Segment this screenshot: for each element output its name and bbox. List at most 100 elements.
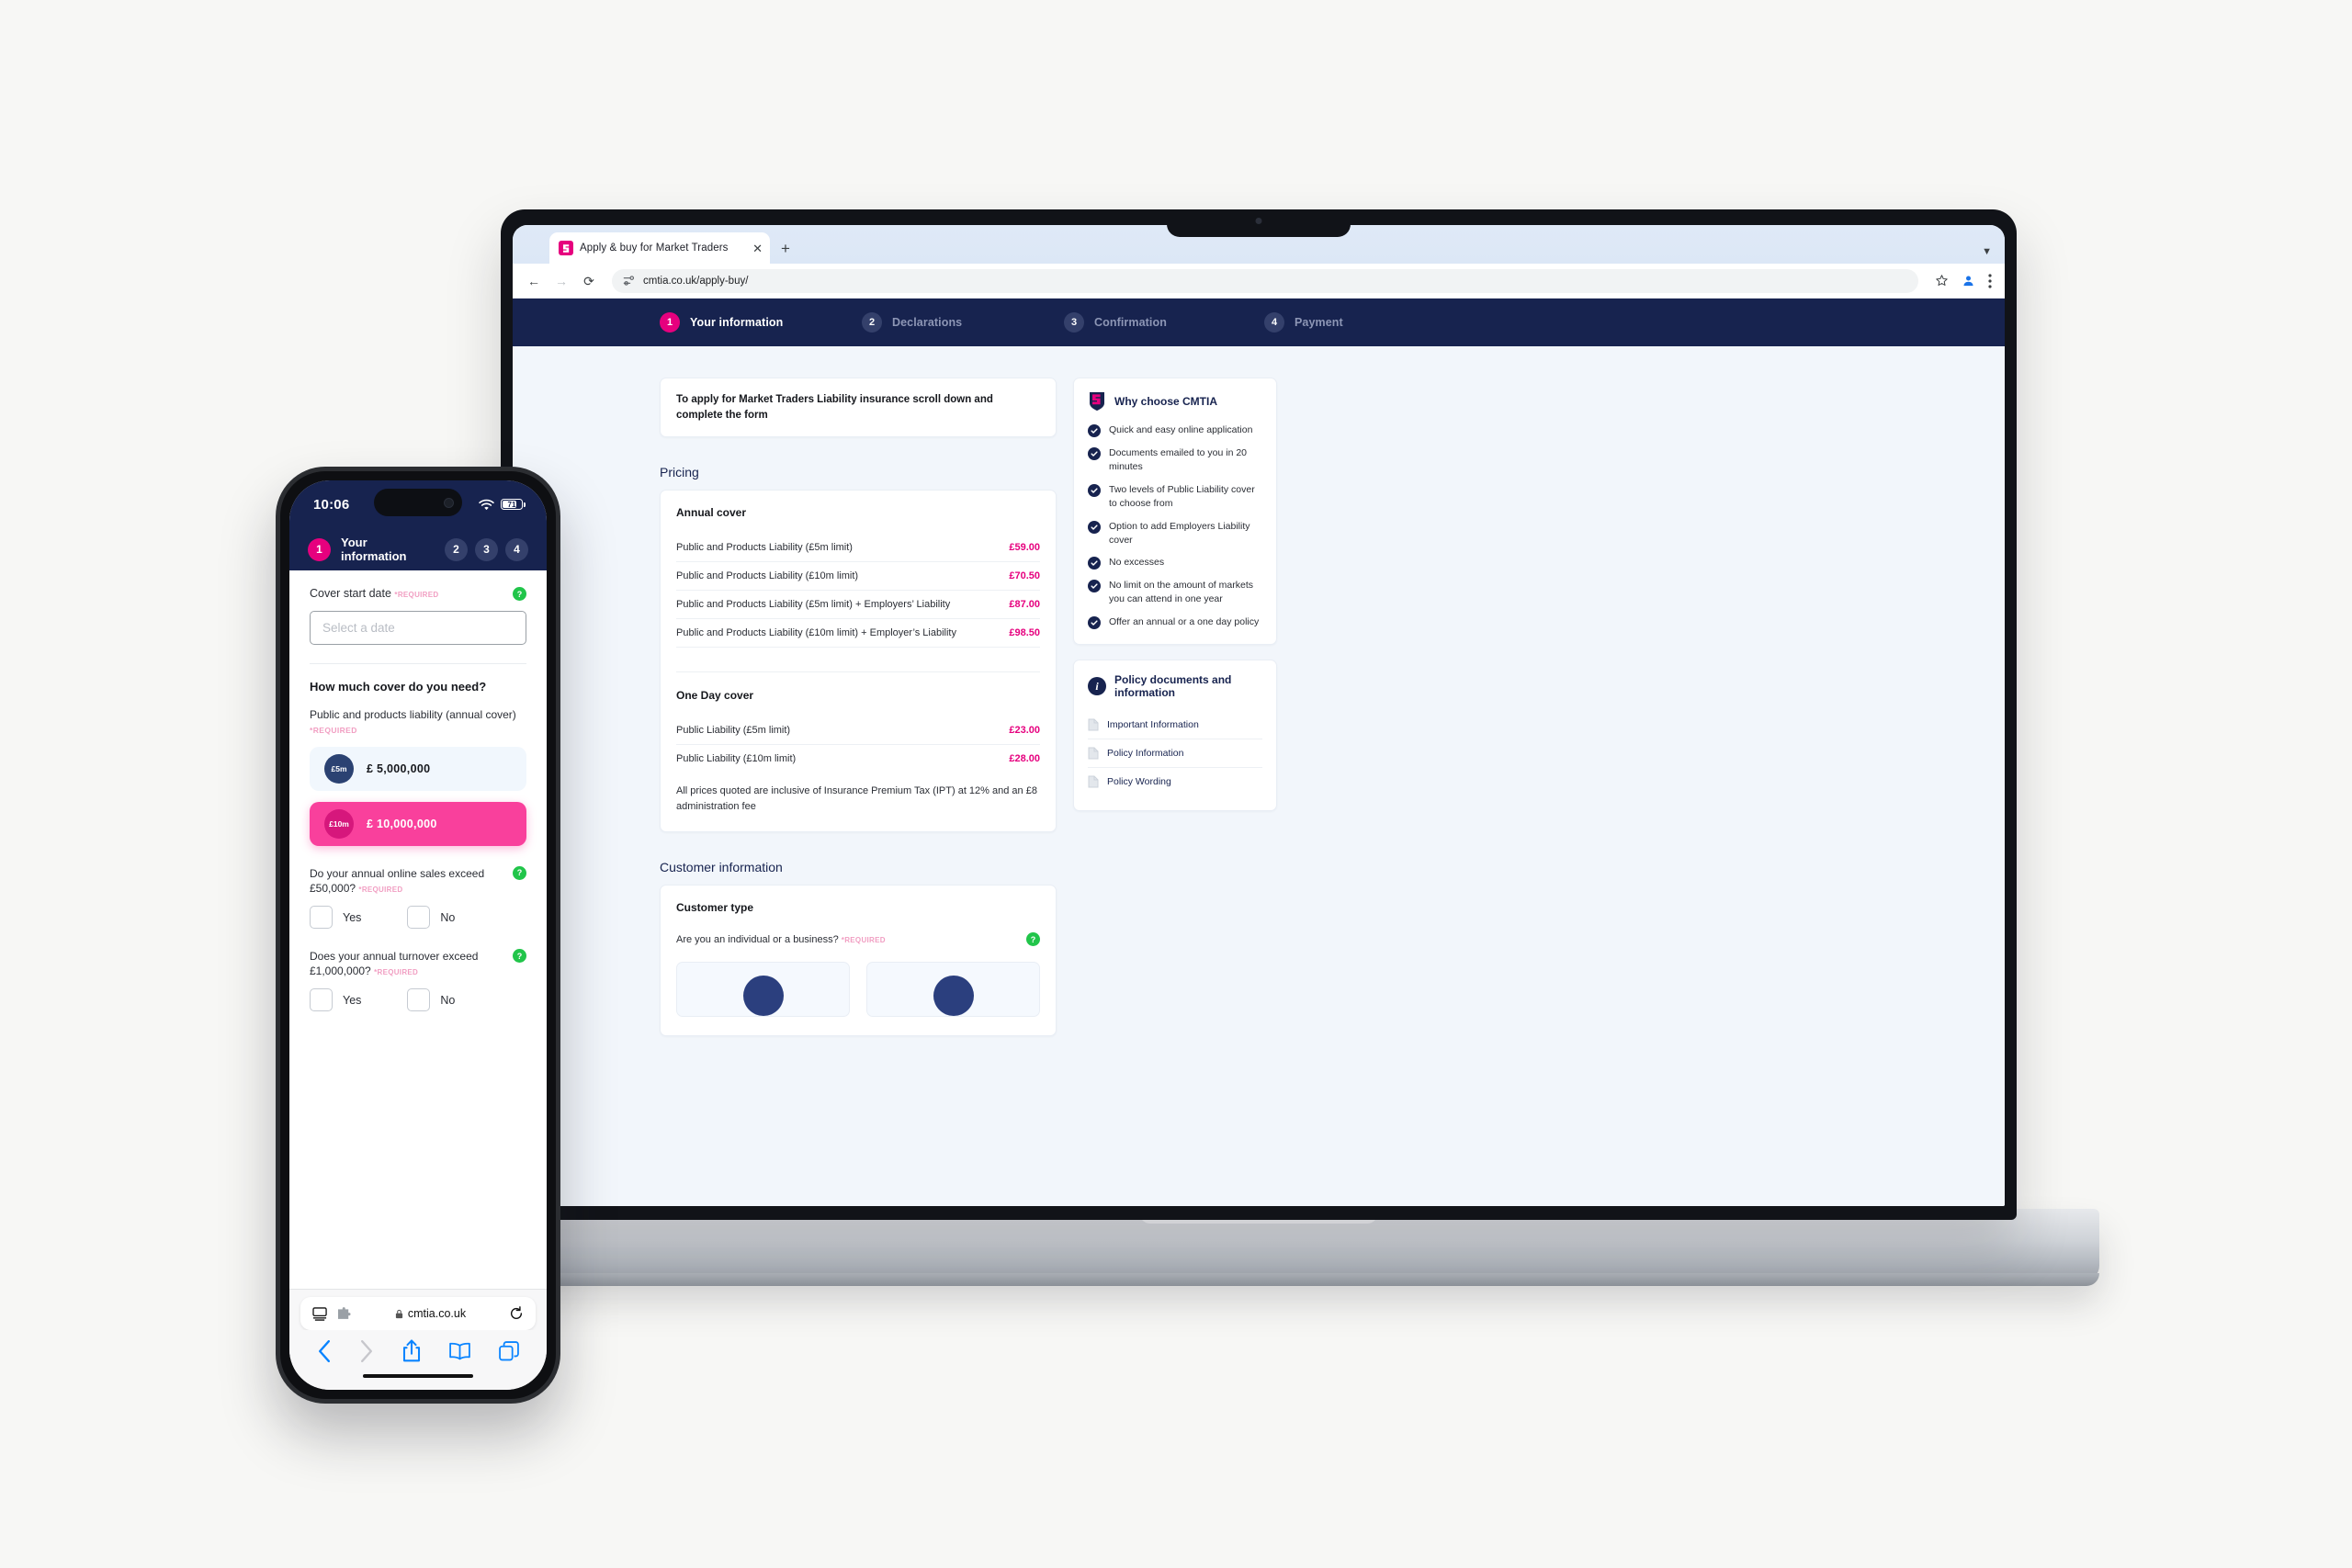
benefit-item: Quick and easy online application: [1088, 423, 1262, 437]
phone-body: 10:06 71 1 Your information 2 3 4 Cover …: [276, 467, 560, 1404]
help-question-icon[interactable]: ?: [513, 865, 526, 880]
pricing-section-title: Pricing: [660, 465, 699, 480]
cover-amount-sublabel: Public and products liability (annual co…: [310, 708, 526, 736]
phone-status-bar: 10:06 71: [289, 480, 547, 528]
back-arrow-icon[interactable]: ←: [526, 275, 542, 288]
benefit-text: No limit on the amount of markets you ca…: [1109, 580, 1253, 605]
cover-badge-5m: £5m: [324, 753, 354, 784]
price-value: £59.00: [1009, 542, 1040, 554]
customer-section-title: Customer information: [660, 860, 783, 875]
help-question-icon[interactable]: ?: [513, 587, 526, 601]
forward-arrow-icon[interactable]: →: [553, 275, 570, 288]
check-icon: [1088, 580, 1101, 593]
progress-step-bar: 1 Your information 2 Declarations 3 Conf…: [513, 299, 2005, 346]
price-row: Public Liability (£10m limit) £28.00: [676, 745, 1040, 773]
browser-omnibar: ← → ⟳ cmtia.co.uk/apply-buy/: [513, 264, 2005, 299]
price-label: Public and Products Liability (£5m limit…: [676, 542, 853, 554]
checkbox-yes[interactable]: [310, 988, 333, 1012]
document-icon: [1088, 718, 1099, 731]
chevron-down-icon[interactable]: ▼: [1982, 246, 1992, 257]
policy-documents-header: i Policy documents and information: [1088, 673, 1262, 699]
check-icon: [1088, 520, 1101, 534]
business-icon: [933, 976, 974, 1017]
phone-url-bar[interactable]: cmtia.co.uk: [300, 1297, 536, 1330]
benefit-text: Two levels of Public Liability cover to …: [1109, 483, 1255, 509]
phone-step-number-3[interactable]: 3: [475, 537, 498, 561]
browser-tab-title: Apply & buy for Market Traders: [580, 243, 729, 254]
step-number: 1: [660, 312, 680, 333]
customer-type-option-individual[interactable]: [676, 962, 850, 1018]
cmtia-shield-logo-icon: [1088, 391, 1106, 412]
price-label: Public and Products Liability (£10m limi…: [676, 627, 956, 639]
cover-option-10m[interactable]: £10m £ 10,000,000: [310, 801, 526, 846]
policy-document-link[interactable]: Important Information: [1088, 711, 1262, 740]
annual-cover-heading: Annual cover: [676, 506, 747, 520]
checkbox-no[interactable]: [407, 988, 431, 1012]
benefit-item: Documents emailed to you in 20 minutes: [1088, 446, 1262, 474]
close-icon[interactable]: ✕: [752, 243, 763, 254]
book-icon[interactable]: [448, 1342, 471, 1360]
required-flag: *REQUIRED: [374, 968, 419, 977]
tabs-icon[interactable]: [499, 1341, 519, 1361]
individual-icon: [742, 976, 784, 1017]
step-your-information[interactable]: 1 Your information: [660, 312, 843, 333]
customer-type-options: [676, 962, 1040, 1018]
pricing-note: All prices quoted are inclusive of Insur…: [676, 785, 1037, 812]
wifi-icon: [479, 499, 494, 510]
policy-document-link[interactable]: Policy Wording: [1088, 768, 1262, 795]
reload-icon[interactable]: [509, 1306, 524, 1321]
sidebar-column: Why choose CMTIA Quick and easy online a…: [1073, 378, 1277, 1036]
question-text: Do your annual online sales exceed £50,0…: [310, 866, 503, 896]
profile-avatar-icon[interactable]: [1962, 274, 1975, 288]
kebab-menu-icon[interactable]: [1988, 273, 1992, 288]
question-text: Does your annual turnover exceed £1,000,…: [310, 949, 503, 978]
customer-type-card: Customer type Are you an individual or a…: [660, 885, 1057, 1037]
divider: [310, 663, 526, 664]
price-label: Public and Products Liability (£10m limi…: [676, 570, 859, 582]
home-indicator: [363, 1374, 473, 1378]
site-settings-icon: [623, 276, 635, 286]
checkbox-yes-label: Yes: [343, 910, 362, 924]
cover-amount-10m: £ 10,000,000: [367, 817, 437, 830]
back-chevron-icon[interactable]: [317, 1340, 332, 1362]
checkbox-yes[interactable]: [310, 906, 333, 930]
cover-option-5m[interactable]: £5m £ 5,000,000: [310, 746, 526, 791]
star-icon[interactable]: [1935, 274, 1949, 288]
price-value: £98.50: [1009, 627, 1040, 639]
share-icon[interactable]: [401, 1339, 422, 1363]
reload-icon[interactable]: ⟳: [581, 275, 597, 288]
benefit-item: No excesses: [1088, 556, 1262, 570]
extension-puzzle-icon[interactable]: [337, 1307, 352, 1320]
info-circle-icon: i: [1088, 677, 1106, 696]
new-tab-icon[interactable]: +: [781, 240, 790, 258]
forward-chevron-icon[interactable]: [359, 1340, 374, 1362]
cover-start-date-placeholder: Select a date: [322, 621, 395, 635]
cover-start-date-input[interactable]: Select a date: [310, 611, 526, 645]
browser-tab[interactable]: Apply & buy for Market Traders ✕: [549, 232, 770, 264]
reader-view-icon[interactable]: [312, 1306, 328, 1321]
step-declarations[interactable]: 2 Declarations: [862, 312, 1046, 333]
apply-notice-card: To apply for Market Traders Liability in…: [660, 378, 1057, 438]
help-question-icon[interactable]: ?: [513, 949, 526, 964]
step-confirmation[interactable]: 3 Confirmation: [1064, 312, 1248, 333]
check-icon: [1088, 616, 1101, 630]
phone-step-number-2[interactable]: 2: [445, 537, 468, 561]
policy-document-link[interactable]: Policy Information: [1088, 739, 1262, 769]
phone-browser-toolbar: [300, 1330, 536, 1369]
customer-type-option-business[interactable]: [866, 962, 1040, 1018]
required-flag: *REQUIRED: [841, 935, 886, 944]
phone-step-number-4[interactable]: 4: [505, 537, 528, 561]
customer-type-heading: Customer type: [676, 901, 754, 915]
price-row: Public and Products Liability (£10m limi…: [676, 619, 1040, 649]
step-payment[interactable]: 4 Payment: [1264, 312, 1448, 333]
checkbox-no[interactable]: [407, 906, 431, 930]
phone-screen: 10:06 71 1 Your information 2 3 4 Cover …: [289, 480, 547, 1390]
price-row: Public Liability (£5m limit) £23.00: [676, 716, 1040, 746]
benefit-text: Quick and easy online application: [1109, 424, 1253, 435]
step-number: 4: [1264, 312, 1284, 333]
cover-start-date-text: Cover start date: [310, 587, 391, 600]
phone-step-number-1[interactable]: 1: [308, 537, 331, 561]
help-question-icon[interactable]: ?: [1026, 932, 1040, 947]
dynamic-island: [374, 489, 462, 516]
url-bar[interactable]: cmtia.co.uk/apply-buy/: [612, 268, 1918, 293]
